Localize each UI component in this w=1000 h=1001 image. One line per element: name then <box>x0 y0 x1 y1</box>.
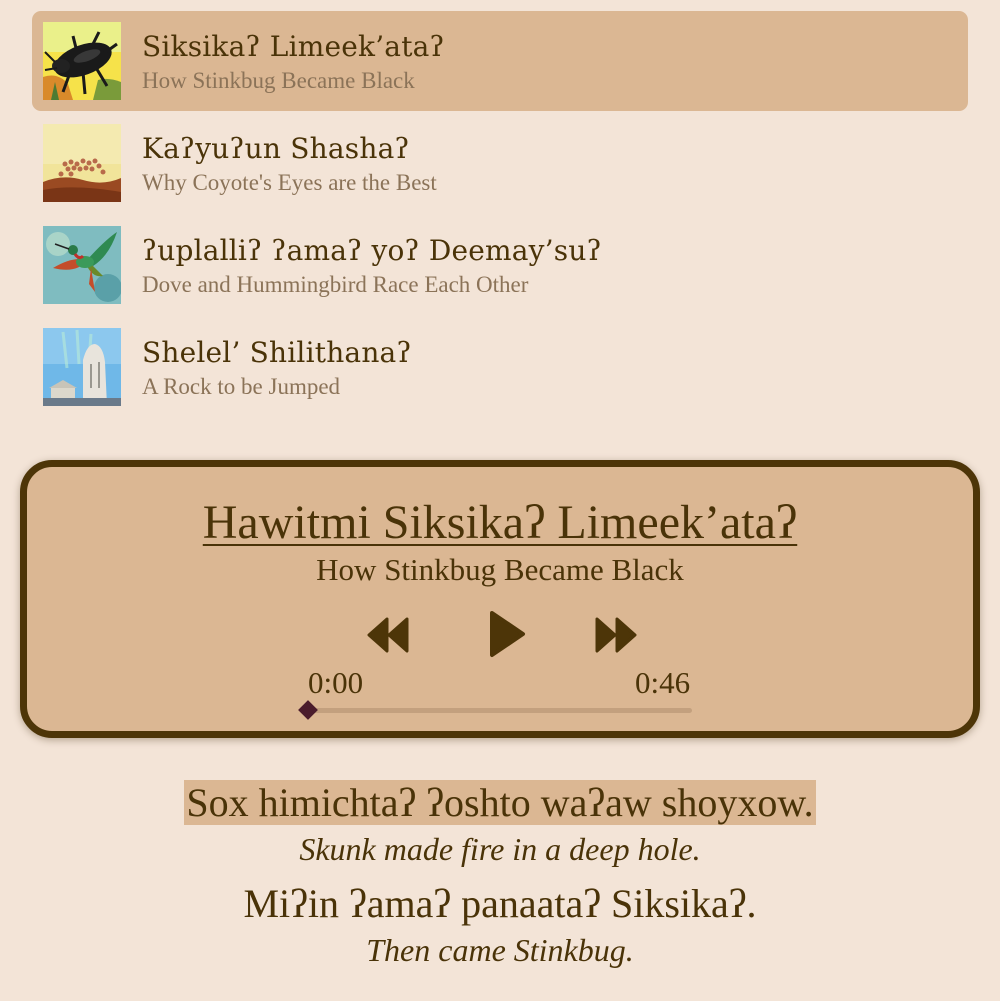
rock-image <box>43 328 121 406</box>
progress-track <box>308 708 692 713</box>
play-icon <box>490 611 525 657</box>
transcript-english-text: Then came Stinkbug. <box>366 932 634 968</box>
rewind-button[interactable] <box>365 615 411 655</box>
play-button[interactable] <box>487 609 527 659</box>
total-time: 0:46 <box>635 665 691 700</box>
story-title: Shelel’ Shilithanaʔ <box>142 336 412 369</box>
fast-forward-icon <box>595 617 637 653</box>
hummingbird-image <box>43 226 121 304</box>
rewind-icon <box>367 617 409 653</box>
story-item-rock[interactable]: Shelel’ Shilithanaʔ A Rock to be Jumped <box>32 317 968 417</box>
progress-thumb[interactable] <box>298 700 318 720</box>
story-subtitle: A Rock to be Jumped <box>142 374 341 399</box>
story-title: Siksikaʔ Limeek’ataʔ <box>142 30 445 63</box>
transcript-line: Sox himichtaʔ ʔoshto waʔaw shoyxow. Skun… <box>0 780 1000 867</box>
story-title: Kaʔyuʔun Shashaʔ <box>142 132 410 165</box>
progress-slider[interactable] <box>298 700 692 720</box>
transcript-native-text[interactable]: Sox himichtaʔ ʔoshto waʔaw shoyxow. <box>184 780 816 825</box>
transcript-native-text[interactable]: Miʔin ʔamaʔ panaataʔ Siksikaʔ. <box>241 881 758 926</box>
player-title-text[interactable]: Hawitmi Siksikaʔ Limeek’ataʔ <box>203 496 797 549</box>
transcript-line: Miʔin ʔamaʔ panaataʔ Siksikaʔ. Then came… <box>0 881 1000 968</box>
story-subtitle: How Stinkbug Became Black <box>142 68 415 93</box>
transcript: Sox himichtaʔ ʔoshto waʔaw shoyxow. Skun… <box>0 780 1000 982</box>
stinkbug-image <box>43 22 121 100</box>
audio-player: Hawitmi Siksikaʔ Limeek’ataʔ How Stinkbu… <box>20 460 980 738</box>
story-item-hummingbird[interactable]: ʔuplalliʔ ʔamaʔ yoʔ Deemay’suʔ Dove and … <box>32 215 968 315</box>
story-subtitle: Why Coyote's Eyes are the Best <box>142 170 437 195</box>
player-title[interactable]: Hawitmi Siksikaʔ Limeek’ataʔ <box>27 495 973 550</box>
story-item-coyote[interactable]: Kaʔyuʔun Shashaʔ Why Coyote's Eyes are t… <box>32 113 968 213</box>
coyote-eyes-image <box>43 124 121 202</box>
transcript-english-text: Skunk made fire in a deep hole. <box>299 831 701 867</box>
story-item-stinkbug[interactable]: Siksikaʔ Limeek’ataʔ How Stinkbug Became… <box>32 11 968 111</box>
fast-forward-button[interactable] <box>593 615 639 655</box>
current-time: 0:00 <box>308 665 364 700</box>
story-title: ʔuplalliʔ ʔamaʔ yoʔ Deemay’suʔ <box>142 234 602 267</box>
story-subtitle: Dove and Hummingbird Race Each Other <box>142 272 529 297</box>
story-list: Siksikaʔ Limeek’ataʔ How Stinkbug Became… <box>32 11 968 419</box>
player-subtitle: How Stinkbug Became Black <box>316 552 684 587</box>
